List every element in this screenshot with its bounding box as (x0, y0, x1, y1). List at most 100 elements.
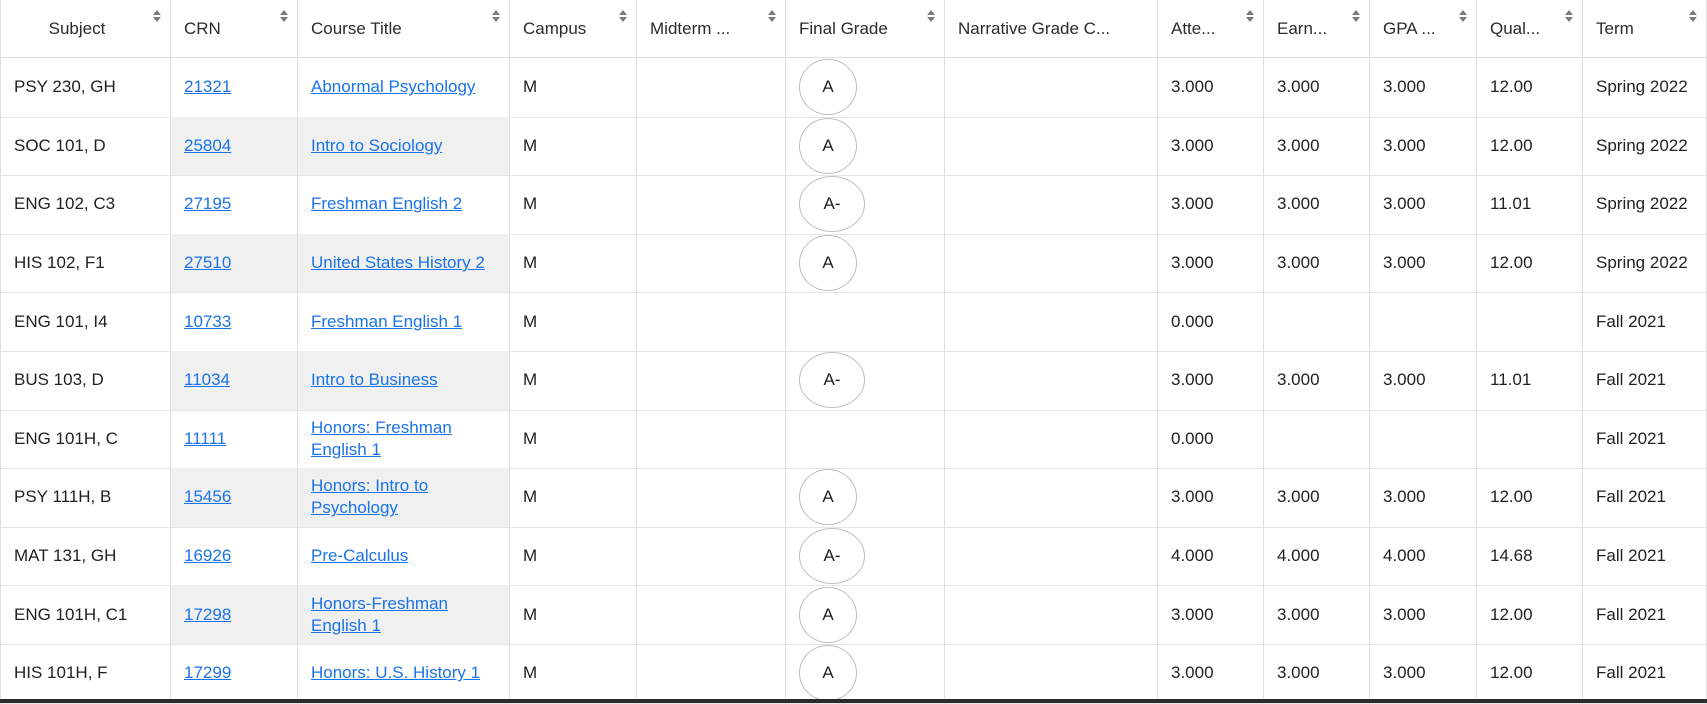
header-subject[interactable]: Subject (0, 0, 171, 57)
attempted-cell: 3.000 (1158, 58, 1264, 117)
course-title-link[interactable]: Freshman English 1 (311, 311, 462, 333)
earned-cell (1264, 292, 1370, 351)
header-attempted[interactable]: Atte... (1158, 0, 1264, 57)
subject-cell: ENG 101H, C1 (0, 585, 171, 644)
crn-link[interactable]: 21321 (184, 77, 231, 97)
header-crn[interactable]: CRN (171, 0, 298, 57)
course-title-link[interactable]: Pre-Calculus (311, 545, 408, 567)
campus-cell: M (510, 351, 637, 410)
crn-link: 17299 (171, 644, 298, 703)
subject-cell: ENG 101H, C (0, 409, 171, 469)
final-grade-badge: A (799, 586, 857, 643)
course-title-link[interactable]: Freshman English 2 (311, 193, 462, 215)
crn-link[interactable]: 11111 (184, 429, 226, 449)
sort-arrows-icon[interactable] (1352, 10, 1360, 22)
crn-link: 17298 (171, 585, 298, 644)
midterm-cell (637, 526, 786, 586)
crn-link[interactable]: 27510 (184, 253, 231, 273)
midterm-cell (637, 585, 786, 644)
quality-cell: 12.00 (1477, 116, 1583, 176)
sort-arrows-icon[interactable] (1689, 10, 1697, 22)
column-header-label: Campus (523, 18, 587, 38)
quality-cell (1477, 409, 1583, 469)
crn-link: 11111 (171, 409, 298, 469)
narrative-cell (945, 58, 1158, 117)
course-title-link: Abnormal Psychology (298, 58, 510, 117)
midterm-cell (637, 468, 786, 527)
crn-link: 11034 (171, 351, 298, 410)
final-grade-badge: A- (799, 176, 865, 233)
course-title-link[interactable]: Honors: Intro to Psychology (311, 475, 496, 519)
sort-arrows-icon[interactable] (927, 10, 935, 22)
earned-cell: 4.000 (1264, 526, 1370, 586)
crn-link[interactable]: 16926 (184, 546, 231, 566)
term-cell: Fall 2021 (1583, 468, 1707, 527)
crn-link[interactable]: 11034 (184, 370, 230, 390)
term-cell: Fall 2021 (1583, 409, 1707, 469)
header-midterm[interactable]: Midterm ... (637, 0, 786, 57)
earned-cell: 3.000 (1264, 468, 1370, 527)
narrative-cell (945, 409, 1158, 469)
column-header-label: Subject (48, 18, 106, 38)
quality-cell: 14.68 (1477, 526, 1583, 586)
header-quality[interactable]: Qual... (1477, 0, 1583, 57)
sort-arrows-icon[interactable] (280, 10, 288, 22)
course-title-link[interactable]: Honors-Freshman English 1 (311, 593, 496, 637)
narrative-cell (945, 526, 1158, 586)
sort-arrows-icon[interactable] (619, 10, 627, 22)
header-earned[interactable]: Earn... (1264, 0, 1370, 57)
header-gpa[interactable]: GPA ... (1370, 0, 1477, 57)
final-grade-badge: A (799, 469, 857, 526)
course-title-link[interactable]: Abnormal Psychology (311, 76, 475, 98)
quality-cell: 12.00 (1477, 468, 1583, 527)
header-course-title[interactable]: Course Title (298, 0, 510, 57)
midterm-cell (637, 233, 786, 293)
sort-arrows-icon[interactable] (1246, 10, 1254, 22)
sort-arrows-icon[interactable] (492, 10, 500, 22)
crn-link[interactable]: 25804 (184, 136, 231, 156)
course-title-link[interactable]: Honors: U.S. History 1 (311, 662, 480, 684)
gpa-cell: 3.000 (1370, 351, 1477, 410)
sort-arrows-icon[interactable] (1459, 10, 1467, 22)
earned-cell: 3.000 (1264, 585, 1370, 644)
header-narrative-grade[interactable]: Narrative Grade C... (945, 0, 1158, 57)
crn-link[interactable]: 27195 (184, 194, 231, 214)
campus-cell: M (510, 233, 637, 293)
course-title-link: Intro to Business (298, 351, 510, 410)
course-title-link[interactable]: Intro to Business (311, 369, 438, 391)
narrative-cell (945, 233, 1158, 293)
header-final-grade[interactable]: Final Grade (786, 0, 945, 57)
crn-link: 16926 (171, 526, 298, 586)
course-title-link[interactable]: Honors: Freshman English 1 (311, 417, 496, 461)
header-term[interactable]: Term (1583, 0, 1707, 57)
crn-link[interactable]: 15456 (184, 487, 231, 507)
sort-arrows-icon[interactable] (1565, 10, 1573, 22)
term-cell: Fall 2021 (1583, 351, 1707, 410)
term-cell: Fall 2021 (1583, 292, 1707, 351)
narrative-cell (945, 292, 1158, 351)
quality-cell: 11.01 (1477, 175, 1583, 234)
subject-cell: HIS 102, F1 (0, 233, 171, 293)
narrative-cell (945, 585, 1158, 644)
table-row: ENG 101, I4 10733 Freshman English 1 M 0.000… (0, 292, 1707, 352)
crn-link[interactable]: 17299 (184, 663, 231, 683)
quality-cell: 12.00 (1477, 585, 1583, 644)
final-grade-cell: A- (786, 175, 945, 234)
header-campus[interactable]: Campus (510, 0, 637, 57)
sort-arrows-icon[interactable] (153, 10, 161, 22)
term-cell: Spring 2022 (1583, 175, 1707, 234)
crn-link[interactable]: 10733 (184, 312, 231, 332)
gpa-cell: 3.000 (1370, 58, 1477, 117)
quality-cell (1477, 292, 1583, 351)
narrative-cell (945, 351, 1158, 410)
final-grade-cell: A (786, 468, 945, 527)
campus-cell: M (510, 116, 637, 176)
attempted-cell: 0.000 (1158, 292, 1264, 351)
course-title-link[interactable]: Intro to Sociology (311, 135, 442, 157)
sort-arrows-icon[interactable] (768, 10, 776, 22)
crn-link[interactable]: 17298 (184, 605, 231, 625)
final-grade-badge: A- (799, 528, 865, 585)
course-title-link[interactable]: United States History 2 (311, 252, 485, 274)
final-grade-cell (786, 292, 945, 351)
table-header-row: Subject CRN Course Title Campus Midterm ... F… (0, 0, 1707, 58)
